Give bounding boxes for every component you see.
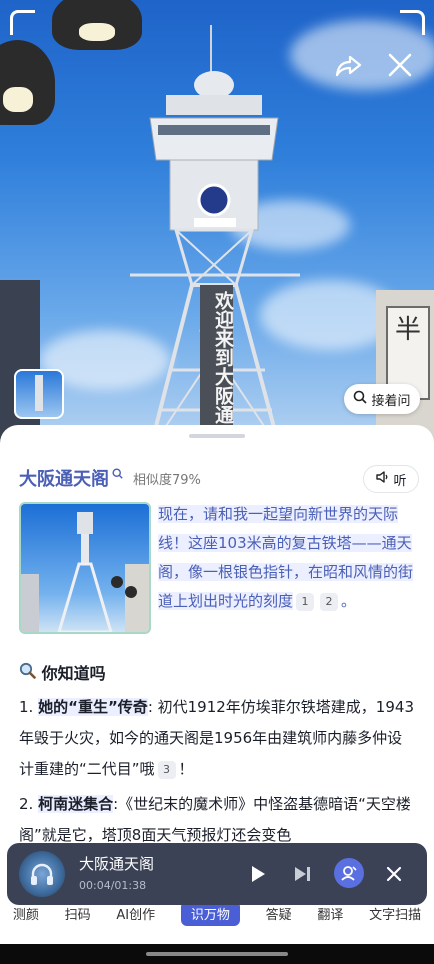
fact-item: 1. 她的“重生”传奇: 初代1912年仿埃菲尔铁塔建成，1943年毁于火灾，如… (19, 692, 415, 785)
tab-face[interactable]: 测颜 (13, 904, 39, 923)
audio-player: 大阪通天阁 00:04/01:38 (7, 843, 427, 905)
tab-text-scan[interactable]: 文字扫描 (369, 904, 421, 923)
magnifier-icon (19, 662, 42, 683)
citation-ref[interactable]: 3 (157, 760, 176, 779)
fact-number: 1. (19, 698, 39, 716)
tab-qa[interactable]: 答疑 (266, 904, 292, 923)
home-indicator[interactable] (146, 952, 288, 956)
citation-ref[interactable]: 2 (320, 592, 339, 611)
play-icon[interactable] (249, 864, 267, 888)
tab-ai-create[interactable]: AI创作 (116, 904, 155, 923)
result-header: 大阪通天阁 相似度79% (19, 465, 201, 491)
viewfinder-corner (10, 10, 35, 35)
ask-more-label: 接着问 (371, 393, 411, 409)
close-icon[interactable] (385, 865, 403, 887)
search-icon[interactable] (112, 464, 123, 483)
landmark-photo: 欢迎来到大阪通天 半 (0, 0, 434, 450)
fact-heading: 柯南迷集合 (38, 795, 114, 813)
street-lamp (52, 0, 142, 50)
result-title[interactable]: 大阪通天阁 (19, 465, 109, 491)
fact-item: 2. 柯南迷集合:《世纪末的魔术师》中怪盗基德暗语“天空楼阁”就是它，塔顶8面天… (19, 789, 415, 851)
tab-scan-code[interactable]: 扫码 (65, 904, 91, 923)
ai-assistant-icon[interactable] (334, 858, 364, 888)
similarity-score: 相似度79% (133, 472, 201, 488)
player-time: 00:04/01:38 (79, 879, 147, 892)
close-icon[interactable] (385, 50, 415, 80)
listen-label: 听 (393, 473, 407, 489)
viewfinder-corner (400, 10, 425, 35)
section-title: 你知道吗 (41, 664, 106, 683)
fact-end: ！ (178, 760, 194, 778)
citation-ref[interactable]: 1 (296, 592, 315, 611)
tower-banner: 欢迎来到大阪通天 (200, 285, 234, 444)
section-heading: 你知道吗 (19, 660, 106, 684)
landmark-card-image[interactable] (19, 502, 151, 634)
ask-more-button[interactable]: 接着问 (344, 384, 420, 414)
next-icon[interactable] (293, 865, 313, 887)
fact-heading: 她的“重生”传奇 (38, 698, 148, 716)
lead-paragraph: 现在，请和我一起望向新世界的天际线！这座103米高的复古铁塔——通天阁，像一根银… (158, 500, 420, 616)
share-icon[interactable] (334, 50, 364, 80)
photo-thumbnail[interactable] (14, 369, 64, 419)
home-indicator-bar (0, 944, 434, 964)
fact-number: 2. (19, 795, 39, 813)
player-cover (19, 851, 65, 897)
listen-button[interactable]: 听 (363, 465, 419, 493)
search-icon (353, 390, 368, 408)
lead-end: 。 (341, 592, 357, 610)
player-title: 大阪通天阁 (79, 855, 155, 873)
drag-handle[interactable] (189, 434, 245, 438)
headphones-icon (28, 860, 56, 892)
tab-translate[interactable]: 翻译 (317, 904, 343, 923)
speaker-icon (375, 470, 389, 488)
lead-text: 现在，请和我一起望向新世界的天际线！这座103米高的复古铁塔——通天阁，像一根银… (158, 505, 414, 610)
